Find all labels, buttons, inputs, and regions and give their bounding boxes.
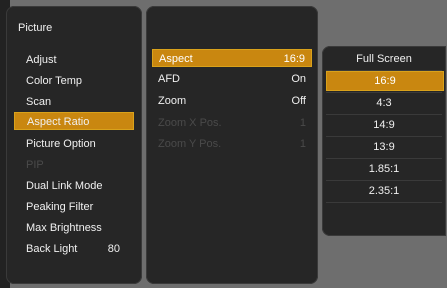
option-label: 1.85:1	[368, 163, 400, 175]
menu-item-label: Max Brightness	[26, 222, 102, 234]
option-2-35-1[interactable]: 2.35:1	[326, 182, 442, 200]
menu-item-zoom-y-pos: Zoom Y Pos. 1	[152, 135, 312, 153]
aspect-menu-panel: Aspect 16:9 AFD On Zoom Off Zoom X Pos. …	[146, 6, 318, 284]
menu-item-label: AFD	[158, 73, 180, 85]
back-light-value: 80	[107, 243, 120, 255]
option-label: 4:3	[376, 97, 392, 109]
menu-item-dual-link-mode[interactable]: Dual Link Mode	[14, 177, 126, 195]
menu-item-afd[interactable]: AFD On	[152, 70, 312, 88]
option-full-screen[interactable]: Full Screen	[326, 50, 442, 68]
menu-item-picture-option[interactable]: Picture Option	[14, 135, 126, 153]
menu-item-zoom[interactable]: Zoom Off	[152, 92, 312, 110]
menu-item-label: PIP	[26, 159, 44, 171]
menu-item-label: Zoom	[158, 95, 187, 107]
picture-menu-panel: Picture Adjust Color Temp Scan Aspect Ra…	[6, 6, 142, 284]
menu-item-adjust[interactable]: Adjust	[14, 51, 126, 69]
menu-item-label: Dual Link Mode	[26, 180, 103, 192]
afd-value: On	[291, 73, 306, 85]
option-label: 2.35:1	[368, 185, 400, 197]
menu-item-label: Color Temp	[26, 75, 83, 87]
option-label: 13:9	[373, 141, 395, 153]
menu-item-color-temp[interactable]: Color Temp	[14, 72, 126, 90]
menu-item-peaking-filter[interactable]: Peaking Filter	[14, 198, 126, 216]
menu-item-aspect[interactable]: Aspect 16:9	[152, 49, 312, 67]
divider	[326, 158, 442, 159]
divider	[326, 136, 442, 137]
divider	[326, 180, 442, 181]
menu-item-pip: PIP	[14, 156, 126, 174]
aspect-value: 16:9	[283, 53, 305, 65]
zoom-y-value: 1	[299, 138, 306, 150]
aspect-options-panel: Full Screen 16:9 4:3 14:9 13:9 1.85:1 2.…	[322, 46, 446, 236]
option-14-9[interactable]: 14:9	[326, 116, 442, 134]
menu-item-label: Zoom X Pos.	[158, 117, 222, 129]
option-1-85-1[interactable]: 1.85:1	[326, 160, 442, 178]
option-13-9[interactable]: 13:9	[326, 138, 442, 156]
menu-item-label: Zoom Y Pos.	[158, 138, 222, 150]
menu-item-back-light[interactable]: Back Light 80	[14, 240, 126, 258]
menu-item-max-brightness[interactable]: Max Brightness	[14, 219, 126, 237]
divider	[326, 114, 442, 115]
picture-menu-title: Picture	[18, 22, 53, 34]
menu-item-label: Back Light	[26, 243, 78, 255]
option-16-9[interactable]: 16:9	[326, 71, 444, 91]
divider	[326, 202, 442, 203]
menu-item-label: Scan	[26, 96, 52, 108]
menu-item-label: Aspect Ratio	[27, 116, 90, 128]
option-4-3[interactable]: 4:3	[326, 94, 442, 112]
menu-item-label: Peaking Filter	[26, 201, 94, 213]
option-label: 16:9	[374, 75, 396, 87]
menu-item-aspect-ratio[interactable]: Aspect Ratio	[14, 112, 134, 130]
menu-item-zoom-x-pos: Zoom X Pos. 1	[152, 114, 312, 132]
menu-item-label: Adjust	[26, 54, 57, 66]
zoom-x-value: 1	[299, 117, 306, 129]
divider	[326, 92, 442, 93]
zoom-value: Off	[291, 95, 306, 107]
menu-item-label: Aspect	[159, 53, 193, 65]
option-label: Full Screen	[356, 53, 412, 65]
option-label: 14:9	[373, 119, 395, 131]
menu-item-scan[interactable]: Scan	[14, 93, 126, 111]
menu-item-label: Picture Option	[26, 138, 96, 150]
